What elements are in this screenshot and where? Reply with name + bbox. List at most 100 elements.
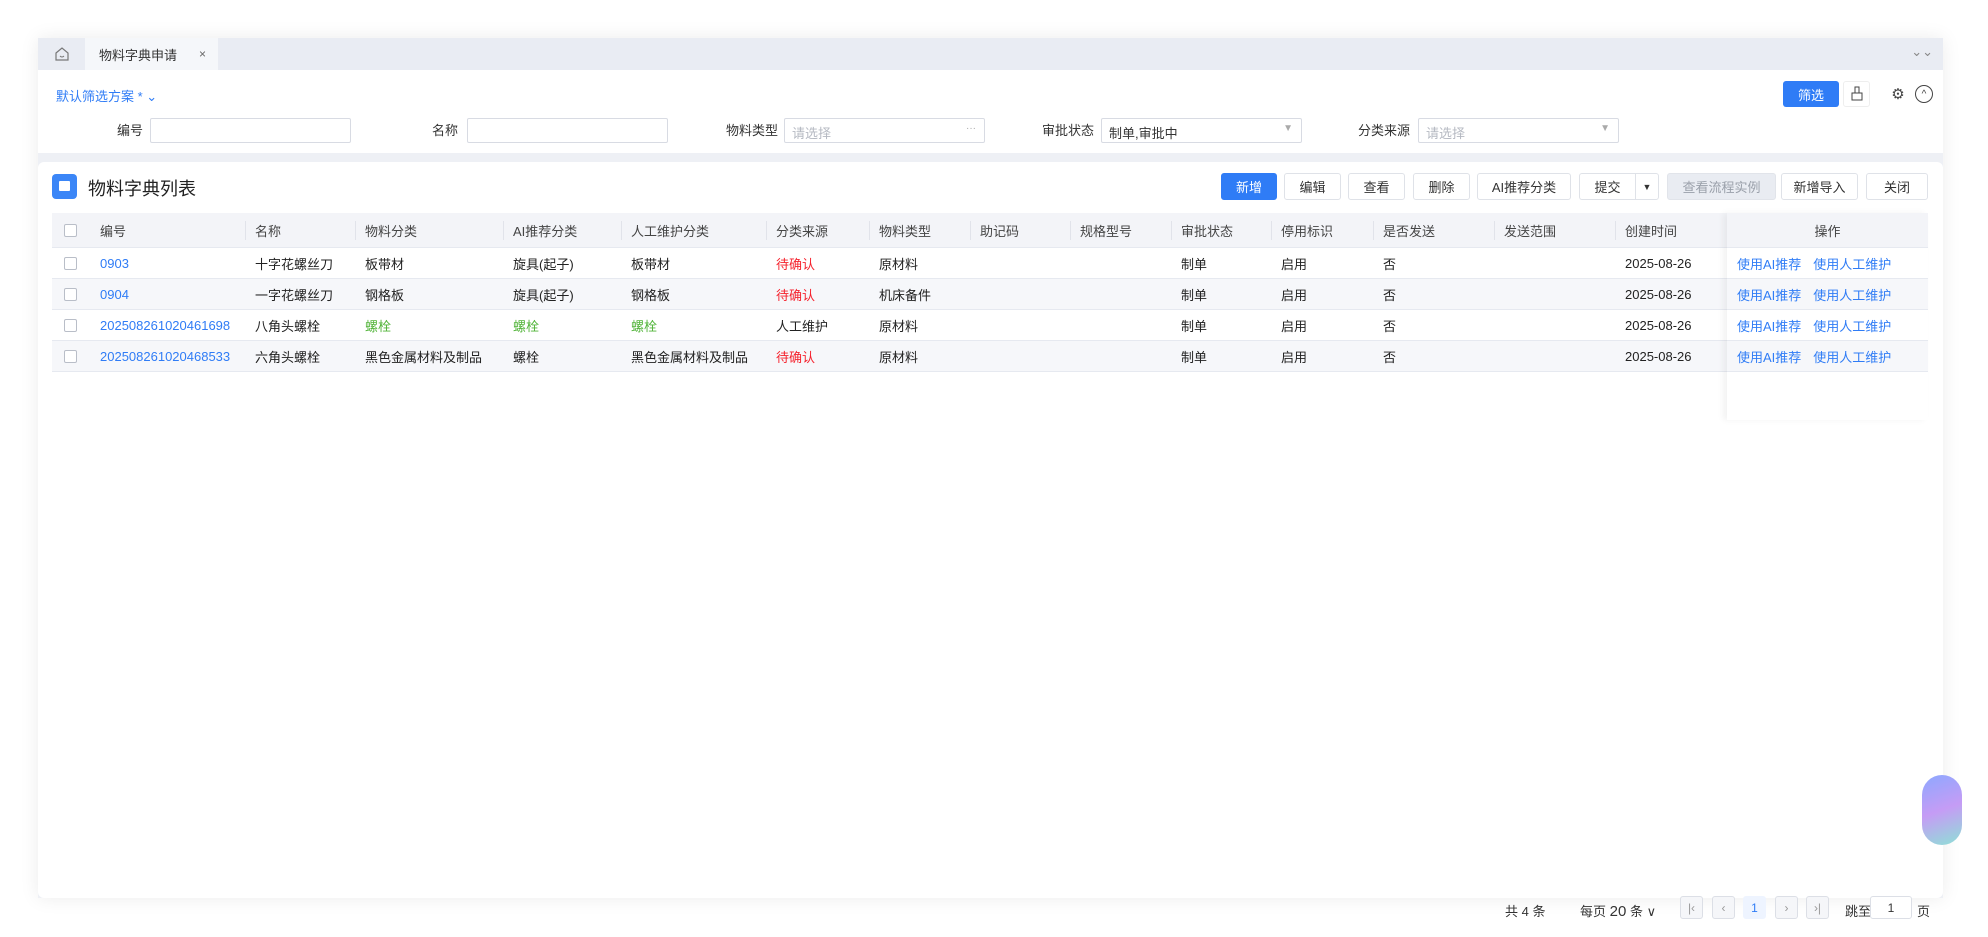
- caret-down-icon: ▼: [1600, 123, 1610, 134]
- select-all-checkbox[interactable]: [64, 223, 77, 237]
- cell-text: 六角头螺栓: [255, 349, 321, 365]
- filter-area: 默认筛选方案 * ⌄ 编号 名称 物料类型 请选择 ··· 审批状态 制单,审批中…: [38, 70, 1943, 153]
- table-cell: 人工维护: [766, 310, 869, 340]
- row-checkbox[interactable]: [64, 287, 77, 301]
- delete-button[interactable]: 删除: [1413, 173, 1470, 200]
- cell-text: 否: [1383, 349, 1397, 365]
- fixed-column-shadow: [1727, 213, 1928, 420]
- table-cell: 螺栓: [503, 341, 621, 371]
- table-cell: [1070, 310, 1171, 340]
- table-cell: 旋具(起子): [503, 279, 621, 309]
- header-label: AI推荐分类: [513, 223, 578, 239]
- table-cell: [970, 341, 1070, 371]
- header-cell: 审批状态: [1171, 213, 1271, 247]
- folder-icon: [52, 174, 77, 199]
- table-cell: 一字花螺丝刀: [245, 279, 355, 309]
- page-size-suffix: 条: [1629, 904, 1643, 919]
- header-cell: 物料类型: [869, 213, 970, 247]
- row-checkbox[interactable]: [64, 256, 77, 270]
- name-input[interactable]: [467, 118, 668, 143]
- tab-material-dictionary[interactable]: 物料字典申请 ×: [85, 38, 218, 70]
- table-cell: 2025-08-26: [1615, 248, 1727, 278]
- add-button[interactable]: 新增: [1221, 173, 1277, 200]
- first-page-icon[interactable]: |‹: [1680, 896, 1703, 919]
- submit-dropdown-caret-icon[interactable]: ▼: [1635, 173, 1659, 200]
- row-checkbox[interactable]: [64, 349, 77, 363]
- header-cell: AI推荐分类: [503, 213, 621, 247]
- class-source-select[interactable]: 请选择 ▼: [1418, 118, 1619, 143]
- gear-icon[interactable]: ⚙: [1888, 84, 1908, 104]
- tab-bar: 物料字典申请 × ⌄⌄: [38, 38, 1943, 70]
- view-flow-button: 查看流程实例: [1667, 173, 1776, 200]
- header-cell: 人工维护分类: [621, 213, 766, 247]
- chevron-down-icon: ⌄: [146, 89, 158, 104]
- table-cell: 钢格板: [355, 279, 503, 309]
- row-select-cell[interactable]: [52, 279, 90, 309]
- cell-text: 待确认: [776, 287, 816, 303]
- code-input[interactable]: [150, 118, 351, 143]
- assistant-mascot-icon[interactable]: [1922, 775, 1962, 845]
- cell-text: 十字花螺丝刀: [255, 256, 334, 272]
- import-button[interactable]: 新增导入: [1781, 173, 1858, 200]
- cell-text: 制单: [1181, 349, 1208, 365]
- prev-page-icon[interactable]: ‹: [1712, 896, 1735, 919]
- approval-status-label: 审批状态: [1041, 123, 1094, 138]
- code-label: 编号: [116, 123, 143, 138]
- row-checkbox[interactable]: [64, 318, 77, 332]
- table-row[interactable]: 202508261020468533 六角头螺栓 黑色金属材料及制品 螺栓 黑色金属材料…: [52, 341, 1928, 372]
- filter-button[interactable]: 筛选: [1783, 81, 1839, 107]
- cell-text: 制单: [1181, 256, 1208, 272]
- filter-scheme-dropdown[interactable]: 默认筛选方案 * ⌄: [56, 86, 157, 105]
- code-link[interactable]: 0903: [100, 256, 129, 271]
- close-button[interactable]: 关闭: [1866, 173, 1928, 200]
- table-cell: [970, 310, 1070, 340]
- cell-text: 2025-08-26: [1625, 255, 1692, 271]
- header-cell: 名称: [245, 213, 355, 247]
- collapse-up-icon[interactable]: ^: [1915, 85, 1933, 103]
- home-icon[interactable]: [38, 38, 85, 70]
- table-cell: 0903: [90, 248, 245, 278]
- view-button[interactable]: 查看: [1348, 173, 1405, 200]
- header-cell-select[interactable]: [52, 213, 90, 247]
- material-type-placeholder: 请选择: [792, 126, 832, 141]
- header-cell: 是否发送: [1373, 213, 1494, 247]
- row-select-cell[interactable]: [52, 310, 90, 340]
- code-link[interactable]: 0904: [100, 287, 129, 302]
- table-cell: [1070, 279, 1171, 309]
- cell-text: 否: [1383, 256, 1397, 272]
- cell-text: 板带材: [631, 256, 671, 272]
- table-row[interactable]: 0904 一字花螺丝刀 钢格板 旋具(起子) 钢格板 待确认 机床备件 制单 启用 否 2025-0…: [52, 279, 1928, 310]
- last-page-icon[interactable]: ›|: [1806, 896, 1829, 919]
- ai-classify-button[interactable]: AI推荐分类: [1477, 173, 1571, 200]
- row-select-cell[interactable]: [52, 341, 90, 371]
- table-row[interactable]: 202508261020461698 八角头螺栓 螺栓 螺栓 螺栓 人工维护 原材料 制单 启用…: [52, 310, 1928, 341]
- material-type-select[interactable]: 请选择 ···: [784, 118, 985, 143]
- jump-label: 跳至: [1845, 904, 1872, 919]
- code-link[interactable]: 202508261020461698: [100, 318, 230, 333]
- table-cell: [1494, 279, 1615, 309]
- close-icon[interactable]: ×: [199, 47, 206, 61]
- double-chevron-down-icon[interactable]: ⌄⌄: [1911, 44, 1933, 60]
- row-select-cell[interactable]: [52, 248, 90, 278]
- jump-input[interactable]: 1: [1870, 896, 1912, 919]
- table-cell: 板带材: [621, 248, 766, 278]
- cell-text: 启用: [1281, 318, 1308, 334]
- table-cell: [1494, 341, 1615, 371]
- class-source-placeholder: 请选择: [1426, 126, 1466, 141]
- page-size-select[interactable]: 每页 20 条 ∨: [1580, 901, 1656, 920]
- edit-button[interactable]: 编辑: [1284, 173, 1341, 200]
- table-cell: 待确认: [766, 279, 869, 309]
- table-cell: [1494, 248, 1615, 278]
- cell-text: 制单: [1181, 287, 1208, 303]
- page-size-prefix: 每页: [1580, 904, 1607, 919]
- approval-status-select[interactable]: 制单,审批中 ▼: [1101, 118, 1302, 143]
- clear-broom-icon[interactable]: [1843, 81, 1870, 107]
- page-1-button[interactable]: 1: [1743, 896, 1766, 919]
- table-cell: [970, 279, 1070, 309]
- table-cell: 黑色金属材料及制品: [355, 341, 503, 371]
- table-row[interactable]: 0903 十字花螺丝刀 板带材 旋具(起子) 板带材 待确认 原材料 制单 启用 否 2025-08…: [52, 248, 1928, 279]
- next-page-icon[interactable]: ›: [1775, 896, 1798, 919]
- submit-button[interactable]: 提交: [1579, 173, 1635, 200]
- code-link[interactable]: 202508261020468533: [100, 349, 230, 364]
- cell-text: 机床备件: [879, 287, 932, 303]
